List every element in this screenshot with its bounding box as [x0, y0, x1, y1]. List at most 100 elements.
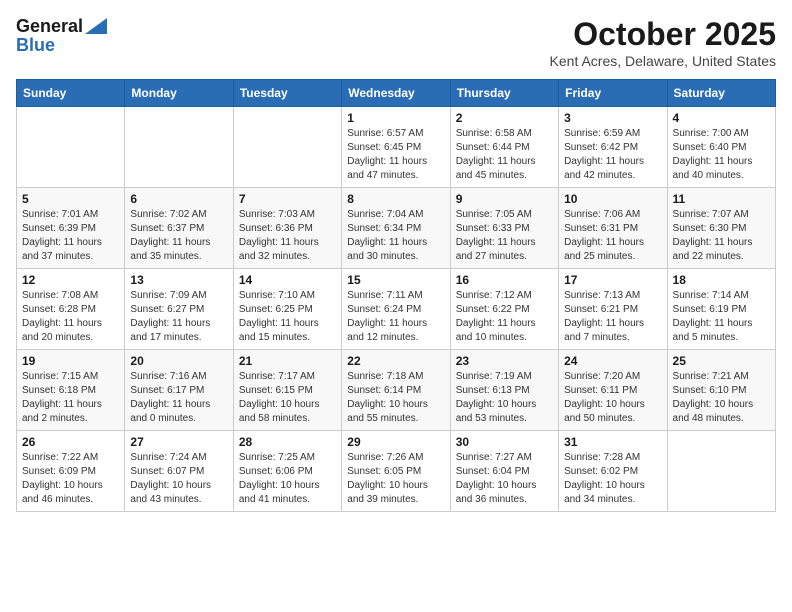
day-cell: 5 Sunrise: 7:01 AM Sunset: 6:39 PM Daylig… [17, 188, 125, 269]
day-number: 10 [564, 192, 661, 206]
day-info: Sunrise: 7:08 AM Sunset: 6:28 PM Dayligh… [22, 289, 119, 345]
day-info: Sunrise: 7:27 AM Sunset: 6:04 PM Dayligh… [456, 451, 553, 507]
day-cell [17, 107, 125, 188]
day-number: 25 [673, 354, 770, 368]
header: General Blue October 2025 Kent Acres, De… [16, 16, 776, 69]
day-info: Sunrise: 6:59 AM Sunset: 6:42 PM Dayligh… [564, 127, 661, 183]
day-number: 1 [347, 111, 444, 125]
day-cell: 31 Sunrise: 7:28 AM Sunset: 6:02 PM Dayli… [559, 431, 667, 512]
header-monday: Monday [125, 80, 233, 107]
header-tuesday: Tuesday [233, 80, 341, 107]
day-number: 20 [130, 354, 227, 368]
day-number: 5 [22, 192, 119, 206]
day-info: Sunrise: 7:11 AM Sunset: 6:24 PM Dayligh… [347, 289, 444, 345]
day-number: 19 [22, 354, 119, 368]
day-number: 31 [564, 435, 661, 449]
day-number: 22 [347, 354, 444, 368]
day-info: Sunrise: 7:00 AM Sunset: 6:40 PM Dayligh… [673, 127, 770, 183]
day-info: Sunrise: 6:58 AM Sunset: 6:44 PM Dayligh… [456, 127, 553, 183]
day-cell: 27 Sunrise: 7:24 AM Sunset: 6:07 PM Dayli… [125, 431, 233, 512]
week-row-2: 5 Sunrise: 7:01 AM Sunset: 6:39 PM Daylig… [17, 188, 776, 269]
day-number: 28 [239, 435, 336, 449]
week-row-4: 19 Sunrise: 7:15 AM Sunset: 6:18 PM Dayli… [17, 350, 776, 431]
day-cell: 19 Sunrise: 7:15 AM Sunset: 6:18 PM Dayli… [17, 350, 125, 431]
day-number: 30 [456, 435, 553, 449]
day-info: Sunrise: 7:20 AM Sunset: 6:11 PM Dayligh… [564, 370, 661, 426]
day-number: 8 [347, 192, 444, 206]
day-number: 23 [456, 354, 553, 368]
day-cell: 10 Sunrise: 7:06 AM Sunset: 6:31 PM Dayli… [559, 188, 667, 269]
day-cell: 9 Sunrise: 7:05 AM Sunset: 6:33 PM Daylig… [450, 188, 558, 269]
day-info: Sunrise: 7:19 AM Sunset: 6:13 PM Dayligh… [456, 370, 553, 426]
day-cell: 16 Sunrise: 7:12 AM Sunset: 6:22 PM Dayli… [450, 269, 558, 350]
day-cell: 4Sunrise: 7:00 AM Sunset: 6:40 PM Daylig… [667, 107, 775, 188]
day-cell: 14Sunrise: 7:10 AM Sunset: 6:25 PM Dayli… [233, 269, 341, 350]
day-cell: 28 Sunrise: 7:25 AM Sunset: 6:06 PM Dayli… [233, 431, 341, 512]
day-cell: 7Sunrise: 7:03 AM Sunset: 6:36 PM Daylig… [233, 188, 341, 269]
day-info: Sunrise: 7:13 AM Sunset: 6:21 PM Dayligh… [564, 289, 661, 345]
day-info: Sunrise: 7:12 AM Sunset: 6:22 PM Dayligh… [456, 289, 553, 345]
day-cell: 12 Sunrise: 7:08 AM Sunset: 6:28 PM Dayli… [17, 269, 125, 350]
day-info: Sunrise: 7:16 AM Sunset: 6:17 PM Dayligh… [130, 370, 227, 426]
day-info: Sunrise: 7:28 AM Sunset: 6:02 PM Dayligh… [564, 451, 661, 507]
day-number: 9 [456, 192, 553, 206]
header-sunday: Sunday [17, 80, 125, 107]
day-info: Sunrise: 7:06 AM Sunset: 6:31 PM Dayligh… [564, 208, 661, 264]
day-info: Sunrise: 7:14 AM Sunset: 6:19 PM Dayligh… [673, 289, 770, 345]
day-cell: 15 Sunrise: 7:11 AM Sunset: 6:24 PM Dayli… [342, 269, 450, 350]
day-info: Sunrise: 7:09 AM Sunset: 6:27 PM Dayligh… [130, 289, 227, 345]
day-number: 15 [347, 273, 444, 287]
header-row: Sunday Monday Tuesday Wednesday Thursday… [17, 80, 776, 107]
day-number: 3 [564, 111, 661, 125]
day-cell: 18 Sunrise: 7:14 AM Sunset: 6:19 PM Dayli… [667, 269, 775, 350]
day-number: 12 [22, 273, 119, 287]
day-number: 21 [239, 354, 336, 368]
day-info: Sunrise: 7:02 AM Sunset: 6:37 PM Dayligh… [130, 208, 227, 264]
header-thursday: Thursday [450, 80, 558, 107]
day-number: 26 [22, 435, 119, 449]
day-info: Sunrise: 7:10 AM Sunset: 6:25 PM Dayligh… [239, 289, 336, 345]
day-info: Sunrise: 7:04 AM Sunset: 6:34 PM Dayligh… [347, 208, 444, 264]
week-row-1: 1Sunrise: 6:57 AM Sunset: 6:45 PM Daylig… [17, 107, 776, 188]
day-number: 24 [564, 354, 661, 368]
day-cell: 17 Sunrise: 7:13 AM Sunset: 6:21 PM Dayli… [559, 269, 667, 350]
logo-general-text: General [16, 16, 83, 37]
day-cell: 23 Sunrise: 7:19 AM Sunset: 6:13 PM Dayli… [450, 350, 558, 431]
day-cell: 26Sunrise: 7:22 AM Sunset: 6:09 PM Dayli… [17, 431, 125, 512]
day-info: Sunrise: 7:24 AM Sunset: 6:07 PM Dayligh… [130, 451, 227, 507]
day-info: Sunrise: 7:25 AM Sunset: 6:06 PM Dayligh… [239, 451, 336, 507]
day-cell: 21 Sunrise: 7:17 AM Sunset: 6:15 PM Dayli… [233, 350, 341, 431]
day-number: 27 [130, 435, 227, 449]
day-info: Sunrise: 7:07 AM Sunset: 6:30 PM Dayligh… [673, 208, 770, 264]
day-number: 18 [673, 273, 770, 287]
day-info: Sunrise: 7:05 AM Sunset: 6:33 PM Dayligh… [456, 208, 553, 264]
header-friday: Friday [559, 80, 667, 107]
day-cell: 13 Sunrise: 7:09 AM Sunset: 6:27 PM Dayli… [125, 269, 233, 350]
day-cell: 1Sunrise: 6:57 AM Sunset: 6:45 PM Daylig… [342, 107, 450, 188]
day-number: 16 [456, 273, 553, 287]
day-cell [233, 107, 341, 188]
day-info: Sunrise: 7:26 AM Sunset: 6:05 PM Dayligh… [347, 451, 444, 507]
logo-blue-text: Blue [16, 35, 55, 56]
day-info: Sunrise: 7:18 AM Sunset: 6:14 PM Dayligh… [347, 370, 444, 426]
logo: General Blue [16, 16, 107, 56]
day-info: Sunrise: 7:01 AM Sunset: 6:39 PM Dayligh… [22, 208, 119, 264]
calendar-subtitle: Kent Acres, Delaware, United States [550, 53, 776, 69]
day-number: 17 [564, 273, 661, 287]
day-cell [125, 107, 233, 188]
day-info: Sunrise: 7:15 AM Sunset: 6:18 PM Dayligh… [22, 370, 119, 426]
title-area: October 2025 Kent Acres, Delaware, Unite… [550, 16, 776, 69]
day-cell: 2Sunrise: 6:58 AM Sunset: 6:44 PM Daylig… [450, 107, 558, 188]
day-cell: 30 Sunrise: 7:27 AM Sunset: 6:04 PM Dayli… [450, 431, 558, 512]
day-number: 29 [347, 435, 444, 449]
day-cell [667, 431, 775, 512]
day-cell: 24 Sunrise: 7:20 AM Sunset: 6:11 PM Dayli… [559, 350, 667, 431]
header-wednesday: Wednesday [342, 80, 450, 107]
day-cell: 22 Sunrise: 7:18 AM Sunset: 6:14 PM Dayli… [342, 350, 450, 431]
day-info: Sunrise: 7:17 AM Sunset: 6:15 PM Dayligh… [239, 370, 336, 426]
day-number: 13 [130, 273, 227, 287]
day-cell: 25Sunrise: 7:21 AM Sunset: 6:10 PM Dayli… [667, 350, 775, 431]
day-number: 7 [239, 192, 336, 206]
day-number: 6 [130, 192, 227, 206]
day-cell: 6 Sunrise: 7:02 AM Sunset: 6:37 PM Daylig… [125, 188, 233, 269]
